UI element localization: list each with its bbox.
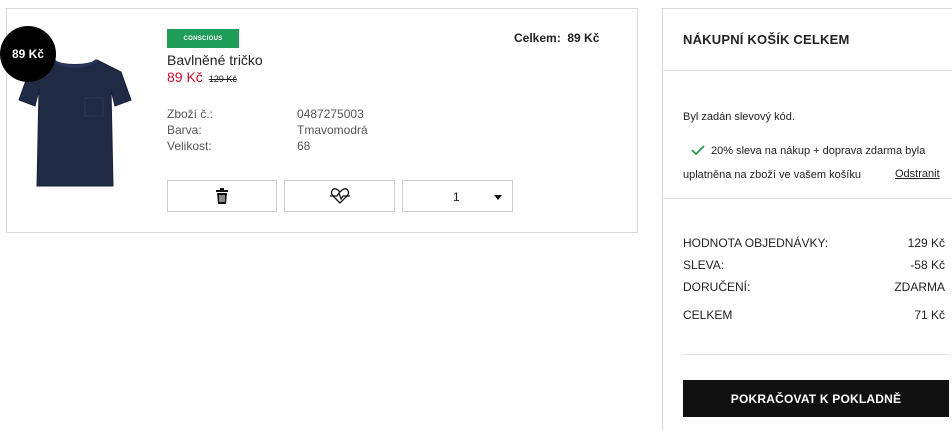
summary-title: NÁKUPNÍ KOŠÍK CELKEM bbox=[683, 32, 850, 47]
discount-line-1: 20% sleva na nákup + doprava zdarma byla bbox=[711, 145, 926, 157]
quantity-value: 1 bbox=[453, 190, 460, 204]
summary-value: 71 Kč bbox=[914, 308, 945, 322]
attr-value-article: 0487275003 bbox=[297, 107, 364, 121]
heart-icon bbox=[329, 188, 350, 204]
cart-summary: NÁKUPNÍ KOŠÍK CELKEM Byl zadán slevový k… bbox=[662, 8, 952, 430]
item-total-label: Celkem: bbox=[514, 31, 561, 45]
discount-heading: Byl zadán slevový kód. bbox=[683, 111, 795, 123]
item-total: Celkem: 89 Kč bbox=[514, 31, 599, 45]
remove-discount-link[interactable]: Odstranit bbox=[895, 168, 940, 180]
summary-label: DORUČENÍ: bbox=[683, 280, 751, 294]
summary-row-order-value: HODNOTA OBJEDNÁVKY: 129 Kč bbox=[683, 236, 945, 250]
attr-label-article: Zboží č.: bbox=[167, 107, 214, 121]
summary-row-delivery: DORUČENÍ: ZDARMA bbox=[683, 280, 945, 294]
divider bbox=[683, 354, 949, 355]
move-to-favourites-button[interactable] bbox=[284, 180, 395, 212]
remove-item-button[interactable] bbox=[167, 180, 277, 212]
attr-label-size: Velikost: bbox=[167, 139, 212, 153]
discount-line-2: uplatněna na zboží ve vašem košíku bbox=[683, 169, 861, 181]
summary-label: HODNOTA OBJEDNÁVKY: bbox=[683, 236, 829, 250]
checkout-button[interactable]: POKRAČOVAT K POKLADNĚ bbox=[683, 380, 949, 417]
price-old: 129 Kč bbox=[208, 74, 237, 84]
summary-label: CELKEM bbox=[683, 308, 733, 322]
attr-value-size: 68 bbox=[297, 139, 311, 153]
summary-value: ZDARMA bbox=[894, 280, 945, 294]
divider bbox=[663, 70, 952, 71]
product-name[interactable]: Bavlněné tričko bbox=[167, 52, 263, 68]
summary-value: 129 Kč bbox=[907, 236, 945, 250]
summary-value: -58 Kč bbox=[910, 258, 945, 272]
summary-row-discount: SLEVA: -58 Kč bbox=[683, 258, 945, 272]
attr-label-color: Barva: bbox=[167, 123, 202, 137]
price-row: 89 Kč 129 Kč bbox=[167, 69, 237, 85]
divider bbox=[663, 198, 952, 199]
check-icon bbox=[691, 145, 705, 156]
attr-value-color: Tmavomodrá bbox=[297, 123, 368, 137]
price-current: 89 Kč bbox=[167, 69, 203, 85]
item-total-value: 89 Kč bbox=[567, 31, 600, 45]
quantity-select[interactable]: 1 bbox=[402, 180, 513, 212]
summary-row-total: CELKEM 71 Kč bbox=[683, 308, 945, 322]
chevron-down-icon bbox=[494, 195, 502, 200]
conscious-tag: CONSCIOUS bbox=[167, 29, 239, 48]
price-badge: 89 Kč bbox=[0, 26, 56, 82]
summary-label: SLEVA: bbox=[683, 258, 725, 272]
trash-icon bbox=[216, 188, 228, 204]
